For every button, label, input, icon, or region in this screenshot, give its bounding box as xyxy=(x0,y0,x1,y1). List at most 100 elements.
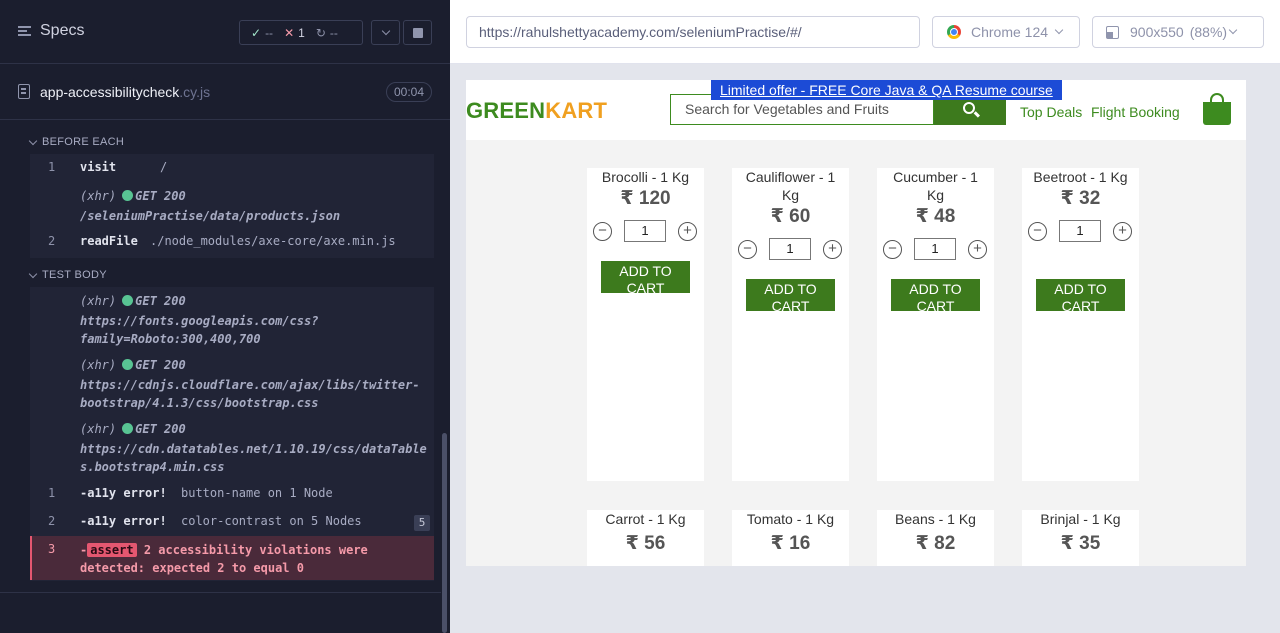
stat-pending: ↻ -- xyxy=(315,25,338,40)
product-price: ₹ 60 xyxy=(770,206,811,227)
add-to-cart-button[interactable]: ADD TO CART xyxy=(891,279,980,311)
list-icon xyxy=(18,26,31,36)
stop-icon xyxy=(412,27,423,38)
product-card: Tomato - 1 Kg ₹ 16 xyxy=(732,510,849,566)
product-name: Beans - 1 Kg xyxy=(895,511,976,527)
spinner-icon: ↻ xyxy=(315,25,326,40)
search-icon xyxy=(962,102,975,114)
quantity-input[interactable]: 1 xyxy=(914,238,956,260)
specs-header: Specs ✓ -- ✕ 1 ↻ -- xyxy=(0,0,450,64)
product-price: ₹ 48 xyxy=(915,206,956,227)
site-logo[interactable]: GREENKART xyxy=(466,98,607,124)
stat-passed: ✓ -- xyxy=(251,25,274,40)
increment-button[interactable]: + xyxy=(678,222,697,241)
command-list: BEFORE EACH 1 visit / (xhr) GET 200 /sele… xyxy=(0,120,450,633)
before-each-header[interactable]: BEFORE EACH xyxy=(28,136,124,148)
product-price: ₹ 16 xyxy=(770,533,811,554)
quantity-input[interactable]: 1 xyxy=(1059,220,1101,242)
status-dot-icon xyxy=(122,359,134,370)
product-card: Brocolli - 1 Kg ₹ 120 − 1 + ADD TO CART xyxy=(587,168,704,481)
increment-button[interactable]: + xyxy=(823,240,842,259)
stat-failed: ✕ 1 xyxy=(284,25,305,40)
zoom-level: (88%) xyxy=(1189,24,1228,40)
product-price: ₹ 35 xyxy=(1060,533,1101,554)
quantity-input[interactable]: 1 xyxy=(769,238,811,260)
chevron-down-icon xyxy=(381,26,390,36)
product-card: Beans - 1 Kg ₹ 82 xyxy=(877,510,994,566)
quantity-stepper: − 1 + xyxy=(877,238,994,262)
status-dot-icon xyxy=(122,423,134,434)
check-icon: ✓ xyxy=(251,25,262,40)
app-preview-frame: GREENKART Search for Vegetables and Frui… xyxy=(466,80,1246,566)
command-visit[interactable]: 1 visit / xyxy=(30,160,434,178)
viewport-icon xyxy=(1106,25,1119,39)
nav-flight-booking[interactable]: Flight Booking xyxy=(1091,104,1180,120)
chevron-down-icon xyxy=(28,136,38,145)
command-log-panel: Specs ✓ -- ✕ 1 ↻ -- app-accessibilitycheck.… xyxy=(0,0,450,633)
product-name: Carrot - 1 Kg xyxy=(605,511,686,527)
quantity-stepper: − 1 + xyxy=(732,238,849,262)
command-readfile[interactable]: 2 readFile ./node_modules/axe-core/axe.m… xyxy=(30,234,434,252)
offer-banner[interactable]: Limited offer - FREE Core Java & QA Resu… xyxy=(711,80,1062,100)
chrome-icon xyxy=(947,25,961,39)
viewport-size: 900x550 xyxy=(1130,24,1184,40)
product-card: Brinjal - 1 Kg ₹ 35 xyxy=(1022,510,1139,566)
scrollbar-thumb[interactable] xyxy=(442,433,447,633)
status-dot-icon xyxy=(122,190,134,201)
count-badge: 5 xyxy=(414,515,430,531)
x-icon: ✕ xyxy=(284,25,295,40)
file-icon xyxy=(18,84,30,99)
nav-top-deals[interactable]: Top Deals xyxy=(1020,104,1082,120)
product-name: Tomato - 1 Kg xyxy=(746,511,835,527)
product-price: ₹ 120 xyxy=(620,188,671,209)
product-name: Beetroot - 1 Kg xyxy=(1033,169,1128,185)
assert-chip: assert xyxy=(87,543,137,557)
site-header: GREENKART Search for Vegetables and Frui… xyxy=(466,80,1246,140)
command-xhr-fonts[interactable]: (xhr) GET 200 https://fonts.googleapis.co… xyxy=(30,294,434,348)
decrement-button[interactable]: − xyxy=(738,240,757,259)
browser-label: Chrome 124 xyxy=(971,24,1049,40)
product-name: Brinjal - 1 Kg xyxy=(1040,511,1121,527)
quantity-stepper: − 1 + xyxy=(587,220,704,244)
cart-bag-icon[interactable] xyxy=(1203,93,1231,125)
quantity-input[interactable]: 1 xyxy=(624,220,666,242)
auto-scroll-button[interactable] xyxy=(371,20,400,45)
decrement-button[interactable]: − xyxy=(883,240,902,259)
add-to-cart-button[interactable]: ADD TO CART xyxy=(746,279,835,311)
product-card: Cucumber - 1 Kg ₹ 48 − 1 + ADD TO CART xyxy=(877,168,994,481)
add-to-cart-button[interactable]: ADD TO CART xyxy=(601,261,690,293)
product-card: Beetroot - 1 Kg ₹ 32 − 1 + ADD TO CART xyxy=(1022,168,1139,481)
spec-duration: 00:04 xyxy=(386,82,433,102)
command-xhr-datatables[interactable]: (xhr) GET 200 https://cdn.datatables.net/… xyxy=(30,422,434,476)
command-xhr-bootstrap[interactable]: (xhr) GET 200 https://cdnjs.cloudflare.co… xyxy=(30,358,434,412)
aut-header: https://rahulshettyacademy.com/seleniumP… xyxy=(450,0,1280,64)
spec-file-row: app-accessibilitycheck.cy.js 00:04 xyxy=(0,64,450,120)
add-to-cart-button[interactable]: ADD TO CART xyxy=(1036,279,1125,311)
decrement-button[interactable]: − xyxy=(1028,222,1047,241)
command-xhr-products[interactable]: (xhr) GET 200 /seleniumPractise/data/prod… xyxy=(30,189,434,225)
product-name: Cauliflower - 1 Kg xyxy=(745,169,836,203)
product-price: ₹ 82 xyxy=(915,533,956,554)
spec-file-name[interactable]: app-accessibilitycheck.cy.js xyxy=(40,84,210,100)
product-price: ₹ 32 xyxy=(1060,188,1101,209)
decrement-button[interactable]: − xyxy=(593,222,612,241)
test-body-header[interactable]: TEST BODY xyxy=(28,269,107,281)
command-a11y-error-1[interactable]: 1 -a11y error! button-name on 1 Node xyxy=(30,486,434,504)
command-a11y-error-2[interactable]: 2 -a11y error! color-contrast on 5 Nodes… xyxy=(30,514,434,532)
chevron-down-icon xyxy=(28,269,38,278)
command-assert-failed[interactable]: 3 - assert 2 accessibility violations wer… xyxy=(30,536,434,580)
browser-selector[interactable]: Chrome 124 xyxy=(932,16,1080,48)
increment-button[interactable]: + xyxy=(1113,222,1132,241)
product-name: Brocolli - 1 Kg xyxy=(601,169,690,185)
viewport-selector[interactable]: 900x550 (88%) xyxy=(1092,16,1264,48)
quantity-stepper: − 1 + xyxy=(1022,220,1139,244)
specs-toggle[interactable]: Specs xyxy=(18,22,84,40)
product-card: Carrot - 1 Kg ₹ 56 xyxy=(587,510,704,566)
increment-button[interactable]: + xyxy=(968,240,987,259)
chevron-down-icon xyxy=(1228,25,1238,35)
test-stats: ✓ -- ✕ 1 ↻ -- xyxy=(239,20,363,45)
product-name: Cucumber - 1 Kg xyxy=(893,169,978,203)
specs-title: Specs xyxy=(40,22,85,39)
url-bar[interactable]: https://rahulshettyacademy.com/seleniumP… xyxy=(466,16,920,48)
stop-button[interactable] xyxy=(403,20,432,45)
